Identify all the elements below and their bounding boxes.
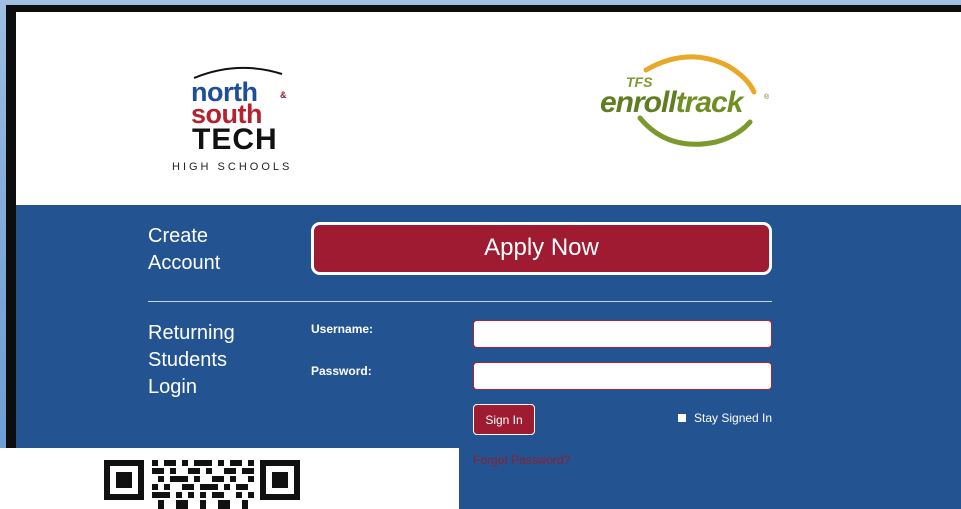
stay-signed-in-toggle[interactable]: Stay Signed In — [678, 411, 772, 425]
enrolltrack-logo: TFS enrolltrack ® — [598, 52, 778, 152]
page-header — [16, 12, 961, 205]
logo-tech-text: TECH — [192, 123, 278, 156]
create-account-line2: Account — [148, 252, 221, 274]
north-south-tech-logo: north & south TECH HIGH SCHOOLS — [170, 64, 310, 176]
logo-high-schools-text: HIGH SCHOOLS — [172, 161, 293, 173]
username-label: Username: — [311, 322, 374, 336]
logo-enroll-part: enroll — [600, 86, 677, 119]
returning-line3: Login — [148, 376, 197, 398]
create-account-line1: Create — [148, 225, 209, 247]
checkbox-icon[interactable] — [678, 414, 686, 422]
returning-line2: Students — [148, 349, 227, 371]
password-label: Password: — [311, 364, 372, 378]
apply-now-button[interactable]: Apply Now — [311, 222, 772, 275]
returning-line1: Returning — [148, 322, 235, 344]
password-input[interactable] — [473, 362, 772, 390]
logo-ampersand-text: & — [280, 90, 287, 100]
logo-enrolltrack-text: enrolltrack — [600, 86, 744, 120]
returning-students-login-label: Returning Students Login — [148, 320, 268, 401]
create-account-label: Create Account — [148, 223, 268, 277]
logo-track-part: track — [675, 86, 744, 119]
logo-registered-mark: ® — [764, 94, 770, 101]
section-divider — [148, 301, 772, 302]
sign-in-button[interactable]: Sign In — [473, 404, 535, 435]
forgot-password-link[interactable]: Forgot Password? — [473, 453, 570, 467]
stay-signed-in-label: Stay Signed In — [694, 411, 773, 425]
qr-code-icon — [104, 460, 300, 509]
username-input[interactable] — [473, 320, 772, 348]
